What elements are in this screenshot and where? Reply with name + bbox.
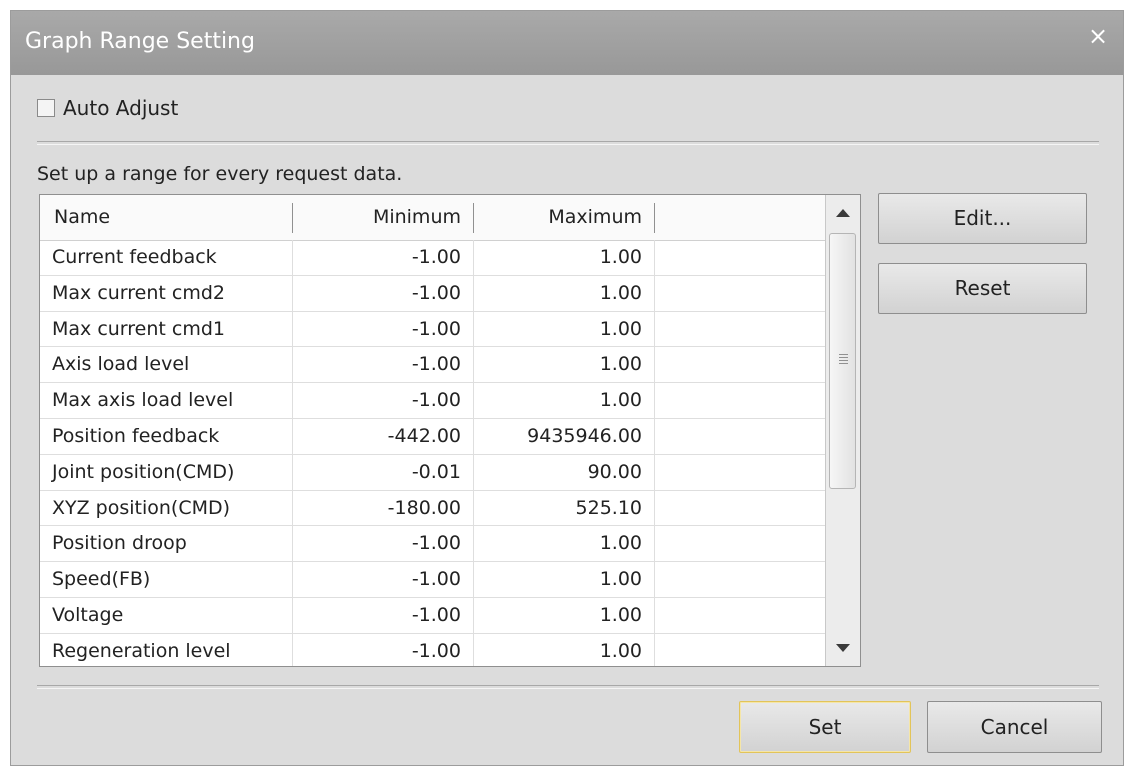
graph-range-setting-dialog: Graph Range Setting × Auto Adjust Set up… bbox=[10, 10, 1124, 766]
cell-maximum: 9435946.00 bbox=[474, 418, 655, 454]
column-header-name[interactable]: Name bbox=[40, 195, 292, 240]
cell-name: Current feedback bbox=[40, 240, 293, 275]
cell-minimum: -1.00 bbox=[293, 383, 474, 419]
column-header-minimum[interactable]: Minimum bbox=[293, 195, 473, 240]
auto-adjust-checkbox[interactable] bbox=[37, 99, 55, 117]
cell-minimum: -1.00 bbox=[293, 562, 474, 598]
cell-minimum: -1.00 bbox=[293, 275, 474, 311]
close-icon[interactable]: × bbox=[1085, 23, 1111, 49]
cell-minimum: -180.00 bbox=[293, 490, 474, 526]
set-button[interactable]: Set bbox=[739, 701, 911, 753]
arrow-down-icon[interactable] bbox=[828, 632, 858, 664]
cancel-button[interactable]: Cancel bbox=[927, 701, 1102, 753]
cell-name: Regeneration level bbox=[40, 633, 293, 666]
top-divider bbox=[37, 141, 1099, 145]
cell-maximum: 1.00 bbox=[474, 311, 655, 347]
table-row[interactable]: Max current cmd2 -1.00 1.00 bbox=[40, 275, 826, 312]
dialog-title: Graph Range Setting bbox=[25, 29, 255, 54]
table-row[interactable]: Voltage -1.00 1.00 bbox=[40, 597, 826, 634]
cell-name: Position droop bbox=[40, 526, 293, 562]
cell-minimum: -442.00 bbox=[293, 418, 474, 454]
cell-maximum: 1.00 bbox=[474, 383, 655, 419]
cell-maximum: 1.00 bbox=[474, 526, 655, 562]
table-row[interactable]: Position droop -1.00 1.00 bbox=[40, 526, 826, 563]
cell-maximum: 1.00 bbox=[474, 562, 655, 598]
cell-minimum: -0.01 bbox=[293, 454, 474, 490]
auto-adjust-label: Auto Adjust bbox=[63, 96, 179, 120]
table-row[interactable]: Axis load level -1.00 1.00 bbox=[40, 347, 826, 384]
table-row[interactable]: Max axis load level -1.00 1.00 bbox=[40, 383, 826, 419]
cell-maximum: 90.00 bbox=[474, 454, 655, 490]
cell-maximum: 1.00 bbox=[474, 633, 655, 666]
cell-minimum: -1.00 bbox=[293, 526, 474, 562]
cell-minimum: -1.00 bbox=[293, 347, 474, 383]
cell-maximum: 525.10 bbox=[474, 490, 655, 526]
grip-icon bbox=[839, 354, 848, 366]
cell-name: Speed(FB) bbox=[40, 562, 293, 598]
table-body: Current feedback -1.00 1.00 Max current … bbox=[40, 240, 826, 666]
reset-button[interactable]: Reset bbox=[878, 263, 1087, 314]
cell-maximum: 1.00 bbox=[474, 597, 655, 633]
cell-name: Axis load level bbox=[40, 347, 293, 383]
auto-adjust-option[interactable]: Auto Adjust bbox=[37, 93, 178, 123]
arrow-up-icon[interactable] bbox=[828, 197, 858, 229]
title-bar: Graph Range Setting × bbox=[11, 11, 1123, 75]
cell-maximum: 1.00 bbox=[474, 347, 655, 383]
cell-name: Voltage bbox=[40, 597, 293, 633]
cell-name: Max current cmd2 bbox=[40, 275, 293, 311]
bottom-divider bbox=[37, 685, 1099, 689]
cell-name: Joint position(CMD) bbox=[40, 454, 293, 490]
cell-name: Max axis load level bbox=[40, 383, 293, 419]
cell-maximum: 1.00 bbox=[474, 240, 655, 275]
table-row[interactable]: Position feedback -442.00 9435946.00 bbox=[40, 418, 826, 455]
instructions-text: Set up a range for every request data. bbox=[37, 163, 403, 185]
scrollbar-thumb[interactable] bbox=[829, 233, 856, 489]
cell-maximum: 1.00 bbox=[474, 275, 655, 311]
table-row[interactable]: XYZ position(CMD) -180.00 525.10 bbox=[40, 490, 826, 527]
table-row[interactable]: Max current cmd1 -1.00 1.00 bbox=[40, 311, 826, 348]
column-separator[interactable] bbox=[654, 203, 655, 233]
cell-minimum: -1.00 bbox=[293, 633, 474, 666]
vertical-scrollbar[interactable] bbox=[825, 195, 860, 666]
edit-button[interactable]: Edit... bbox=[878, 193, 1087, 244]
cell-minimum: -1.00 bbox=[293, 311, 474, 347]
table-header: Name Minimum Maximum bbox=[40, 195, 826, 241]
column-header-maximum[interactable]: Maximum bbox=[474, 195, 654, 240]
cell-name: Max current cmd1 bbox=[40, 311, 293, 347]
table-row[interactable]: Speed(FB) -1.00 1.00 bbox=[40, 562, 826, 598]
table-row[interactable]: Current feedback -1.00 1.00 bbox=[40, 240, 826, 276]
cell-minimum: -1.00 bbox=[293, 597, 474, 633]
cell-name: XYZ position(CMD) bbox=[40, 490, 293, 526]
cell-minimum: -1.00 bbox=[293, 240, 474, 275]
table-row[interactable]: Joint position(CMD) -0.01 90.00 bbox=[40, 454, 826, 491]
cell-name: Position feedback bbox=[40, 418, 293, 454]
table-row[interactable]: Regeneration level -1.00 1.00 bbox=[40, 633, 826, 666]
range-table: Name Minimum Maximum Current feedback -1… bbox=[39, 194, 861, 667]
